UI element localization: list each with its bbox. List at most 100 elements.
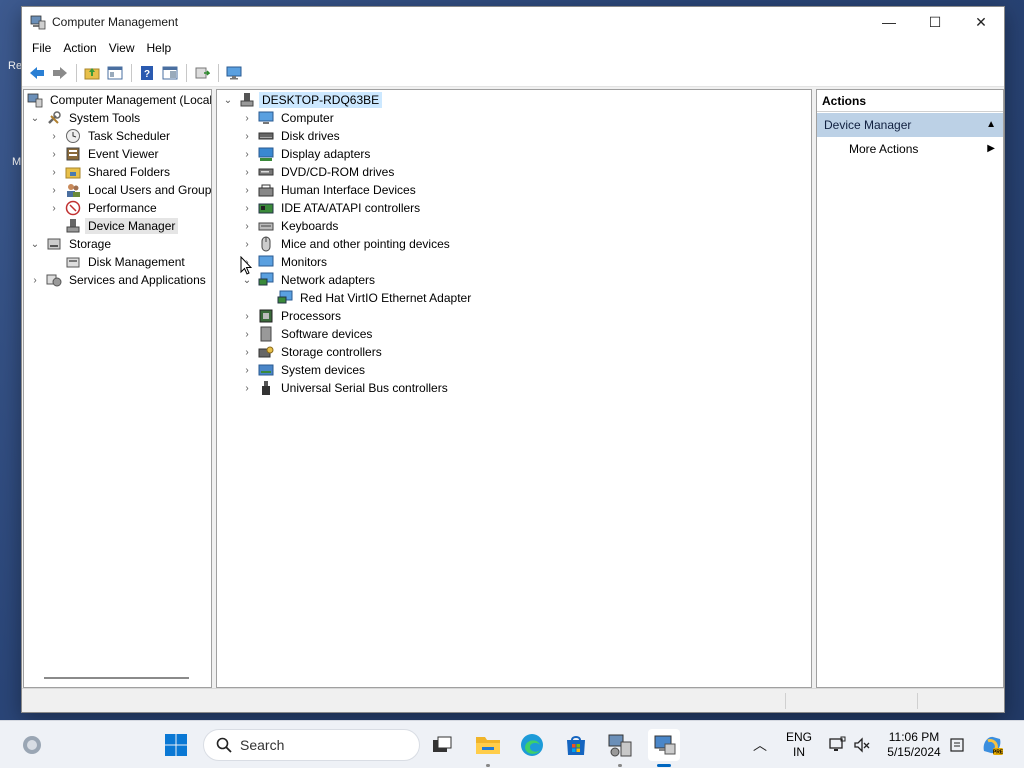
chevron-right-icon[interactable]: › [29,274,41,286]
minimize-icon: — [882,14,896,30]
processor-icon [258,308,274,324]
toolbar: ? [22,59,1004,87]
chevron-down-icon[interactable]: ⌄ [29,112,41,124]
file-explorer-button[interactable] [472,729,504,767]
device-category[interactable]: › DVD/CD-ROM drives [241,163,397,181]
tree-item-disk-management[interactable]: Disk Management [48,253,188,271]
chevron-right-icon[interactable]: › [241,148,253,160]
up-one-level-button[interactable] [81,62,103,84]
notifications-button[interactable] [941,729,973,761]
mouse-cursor-icon [240,256,252,275]
device-item[interactable]: Red Hat VirtIO Ethernet Adapter [260,289,474,307]
volume-tray-button[interactable] [846,729,878,761]
clock[interactable]: 11:06 PM 5/15/2024 [878,730,950,760]
chevron-right-icon[interactable]: › [48,202,60,214]
device-category[interactable]: › Display adapters [241,145,373,163]
device-category[interactable]: › Processors [241,307,344,325]
tree-item-event-viewer[interactable]: › Event Viewer [48,145,161,163]
device-category[interactable]: › IDE ATA/ATAPI controllers [241,199,423,217]
horizontal-scrollbar[interactable] [44,677,189,679]
more-actions-item[interactable]: More Actions ▶ [817,137,1003,161]
actions-section-device-manager[interactable]: Device Manager ▲ [817,113,1003,137]
tree-item-services-apps[interactable]: › Services and Applications [29,271,209,289]
tree-item-task-scheduler[interactable]: › Task Scheduler [48,127,173,145]
device-category[interactable]: › Human Interface Devices [241,181,419,199]
menu-help[interactable]: Help [141,41,178,55]
export-list-button[interactable] [191,62,213,84]
tree-item-root[interactable]: Computer Management (Local [27,91,211,109]
services-icon [46,272,62,288]
widgets-button[interactable] [16,729,48,761]
usb-icon [258,380,274,396]
chevron-right-icon[interactable]: › [241,166,253,178]
computer-management-icon [27,92,43,108]
menu-bar: File Action View Help [22,37,1004,59]
performance-icon [65,200,81,216]
chevron-down-icon[interactable]: ⌄ [29,238,41,250]
chevron-right-icon[interactable]: › [241,310,253,322]
collapse-up-icon[interactable]: ▲ [986,113,996,137]
chevron-right-icon[interactable]: › [241,364,253,376]
device-tree-root[interactable]: ⌄ DESKTOP-RDQ63BE [222,91,383,109]
device-category[interactable]: ⌄ Network adapters [241,271,378,289]
edge-button[interactable] [516,729,548,761]
storage-controller-icon [258,344,274,360]
scan-hardware-button[interactable] [223,62,245,84]
device-category[interactable]: › Universal Serial Bus controllers [241,379,451,397]
chevron-right-icon[interactable]: › [241,238,253,250]
ide-controller-icon [258,200,274,216]
chevron-right-icon[interactable]: › [48,184,60,196]
back-button[interactable] [26,62,48,84]
device-category[interactable]: › Keyboards [241,217,341,235]
computer-management-taskbar-button[interactable] [604,729,636,767]
task-view-button[interactable] [426,729,458,761]
device-category[interactable]: › System devices [241,361,368,379]
device-label: Storage controllers [281,345,382,359]
desktop-icon-fragment: Re [8,60,23,72]
chevron-right-icon[interactable]: › [48,148,60,160]
tree-item-local-users[interactable]: › Local Users and Groups [48,181,211,199]
chevron-right-icon[interactable]: › [241,328,253,340]
tree-item-device-manager[interactable]: Device Manager [48,217,179,235]
forward-button[interactable] [49,62,71,84]
store-button[interactable] [560,729,592,761]
menu-file[interactable]: File [26,41,57,55]
chevron-down-icon[interactable]: ⌄ [222,94,234,106]
device-manager-taskbar-button[interactable] [648,729,680,767]
tree-item-performance[interactable]: › Performance [48,199,160,217]
show-hidden-icons-button[interactable]: ︿ [744,729,776,761]
tree-item-system-tools[interactable]: ⌄ System Tools [29,109,143,127]
close-button[interactable]: ✕ [958,7,1004,37]
maximize-button[interactable]: ☐ [912,7,958,37]
show-hide-tree-button[interactable] [104,62,126,84]
chevron-right-icon[interactable]: › [241,346,253,358]
chevron-right-icon[interactable]: › [48,166,60,178]
chevron-right-icon[interactable]: › [241,382,253,394]
chevron-right-icon[interactable]: › [241,112,253,124]
device-category[interactable]: › Disk drives [241,127,343,145]
taskbar-search-box[interactable]: Search [203,729,420,761]
shared-folder-icon [65,164,81,180]
chevron-right-icon[interactable]: › [241,184,253,196]
menu-view[interactable]: View [103,41,141,55]
device-category[interactable]: › Monitors [241,253,330,271]
copilot-button[interactable]: PRE [976,729,1008,761]
device-category[interactable]: › Storage controllers [241,343,385,361]
disk-drive-icon [258,128,274,144]
minimize-button[interactable]: — [866,7,912,37]
tree-label: Task Scheduler [88,129,171,143]
language-indicator[interactable]: ENG IN [782,730,816,760]
start-button[interactable] [160,729,192,761]
chevron-right-icon[interactable]: › [241,220,253,232]
tree-item-shared-folders[interactable]: › Shared Folders [48,163,173,181]
chevron-right-icon[interactable]: › [48,130,60,142]
tree-item-storage[interactable]: ⌄ Storage [29,235,114,253]
properties-button[interactable] [159,62,181,84]
menu-action[interactable]: Action [57,41,102,55]
chevron-right-icon[interactable]: › [241,130,253,142]
device-category[interactable]: › Software devices [241,325,375,343]
device-category[interactable]: › Mice and other pointing devices [241,235,453,253]
device-category[interactable]: › Computer [241,109,337,127]
chevron-right-icon[interactable]: › [241,202,253,214]
help-button[interactable]: ? [136,62,158,84]
